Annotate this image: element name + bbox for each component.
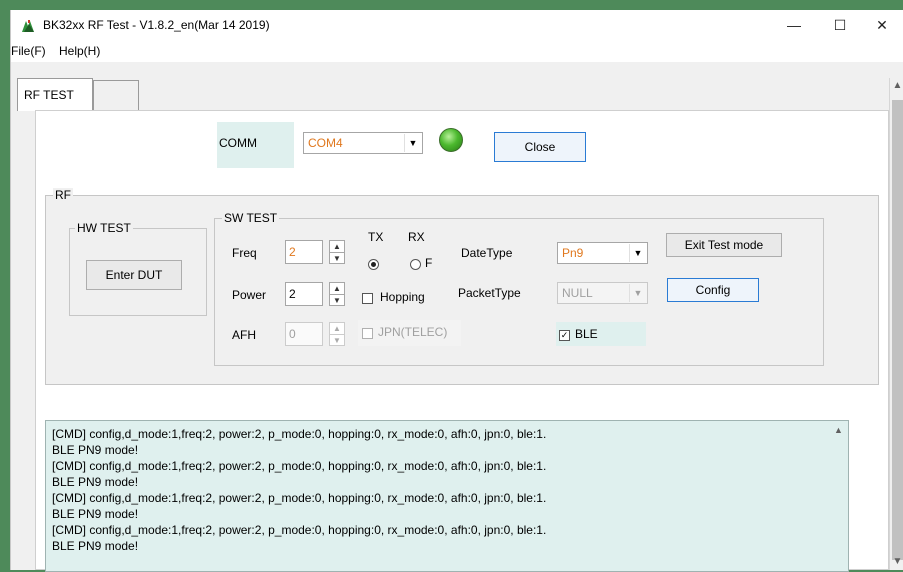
tab-rf-test-label: RF TEST [24,88,74,102]
checkmark-icon: ✓ [560,330,569,340]
log-line: [CMD] config,d_mode:1,freq:2, power:2, p… [52,491,547,505]
packettype-label: PacketType [458,286,521,300]
hopping-checkbox[interactable] [362,293,373,304]
comm-label-box: COMM [217,122,294,168]
spin-down-icon[interactable]: ▼ [330,252,344,263]
menu-help[interactable]: Help(H) [59,44,100,58]
menu-file[interactable]: File(F) [11,44,46,58]
jpn-label: JPN(TELEC) [378,325,448,339]
log-line: [CMD] config,d_mode:1,freq:2, power:2, p… [52,523,547,537]
rx-radio-text: F [425,256,433,270]
window-title: BK32xx RF Test - V1.8.2_en(Mar 14 2019) [43,18,270,32]
freq-spinner[interactable]: ▲ ▼ [329,240,345,264]
datetype-value: Pn9 [562,246,584,260]
chevron-up-icon[interactable]: ▲ [831,425,846,435]
log-line: [CMD] config,d_mode:1,freq:2, power:2, p… [52,459,547,473]
packettype-select[interactable]: NULL ▼ [557,282,648,304]
app-window: BK32xx RF Test - V1.8.2_en(Mar 14 2019) … [10,10,903,572]
spin-up-icon[interactable]: ▲ [330,323,344,334]
ble-checkbox[interactable]: ✓ [559,330,570,341]
packettype-value: NULL [562,286,593,300]
window-scrollbar[interactable]: ▲ ▼ [889,78,903,570]
log-line: BLE PN9 mode! [52,539,139,553]
power-spinner[interactable]: ▲ ▼ [329,282,345,306]
datetype-label: DateType [461,246,513,260]
log-line: BLE PN9 mode! [52,507,139,521]
spin-down-icon[interactable]: ▼ [330,294,344,305]
maximize-button[interactable]: ☐ [817,10,863,40]
log-output[interactable]: [CMD] config,d_mode:1,freq:2, power:2, p… [45,420,849,572]
menu-bar: File(F) Help(H) [11,40,903,62]
close-port-button[interactable]: Close [494,132,586,162]
datetype-select[interactable]: Pn9 ▼ [557,242,648,264]
afh-value: 0 [289,327,296,341]
sw-test-label: SW TEST [222,211,280,225]
jpn-checkbox[interactable] [362,328,373,339]
spin-up-icon[interactable]: ▲ [330,241,344,252]
spin-up-icon[interactable]: ▲ [330,283,344,294]
ble-label: BLE [575,327,598,341]
config-button[interactable]: Config [667,278,759,302]
minimize-button[interactable]: — [771,10,817,40]
power-label: Power [232,288,267,302]
log-line: BLE PN9 mode! [52,475,139,489]
power-input[interactable]: 2 [285,282,323,306]
afh-label: AFH [232,328,256,342]
spin-down-icon[interactable]: ▼ [330,334,344,345]
hw-test-label: HW TEST [75,221,133,235]
tx-radio[interactable] [368,259,379,270]
tab-blank[interactable] [93,80,139,110]
comm-label: COMM [219,136,257,150]
comm-port-select[interactable]: COM4 ▼ [303,132,423,154]
tab-rf-test[interactable]: RF TEST [17,78,93,111]
log-line: [CMD] config,d_mode:1,freq:2, power:2, p… [52,427,547,441]
scrollbar-thumb[interactable] [892,100,903,560]
tx-label: TX [368,230,384,244]
exit-test-mode-button[interactable]: Exit Test mode [666,233,782,257]
log-line: BLE PN9 mode! [52,443,139,457]
afh-spinner[interactable]: ▲ ▼ [329,322,345,346]
connection-status-led [439,128,463,152]
chevron-down-icon[interactable]: ▼ [629,244,646,262]
app-icon [22,20,34,32]
freq-input[interactable]: 2 [285,240,323,264]
hopping-label: Hopping [380,290,425,304]
chevron-down-icon[interactable]: ▼ [629,284,646,302]
rx-label: RX [408,230,425,244]
log-scrollbar[interactable]: ▲ [831,421,848,571]
afh-input[interactable]: 0 [285,322,323,346]
rf-group-label: RF [53,188,73,202]
freq-value: 2 [289,245,296,259]
chevron-down-icon[interactable]: ▼ [404,134,421,152]
close-window-button[interactable]: ✕ [859,10,903,40]
chevron-up-icon[interactable]: ▲ [890,80,903,91]
title-bar[interactable]: BK32xx RF Test - V1.8.2_en(Mar 14 2019) … [11,10,903,40]
freq-label: Freq [232,246,257,260]
rx-radio[interactable] [410,259,421,270]
comm-port-value: COM4 [308,136,343,150]
enter-dut-button[interactable]: Enter DUT [86,260,182,290]
power-value: 2 [289,287,296,301]
chevron-down-icon[interactable]: ▼ [890,556,903,567]
